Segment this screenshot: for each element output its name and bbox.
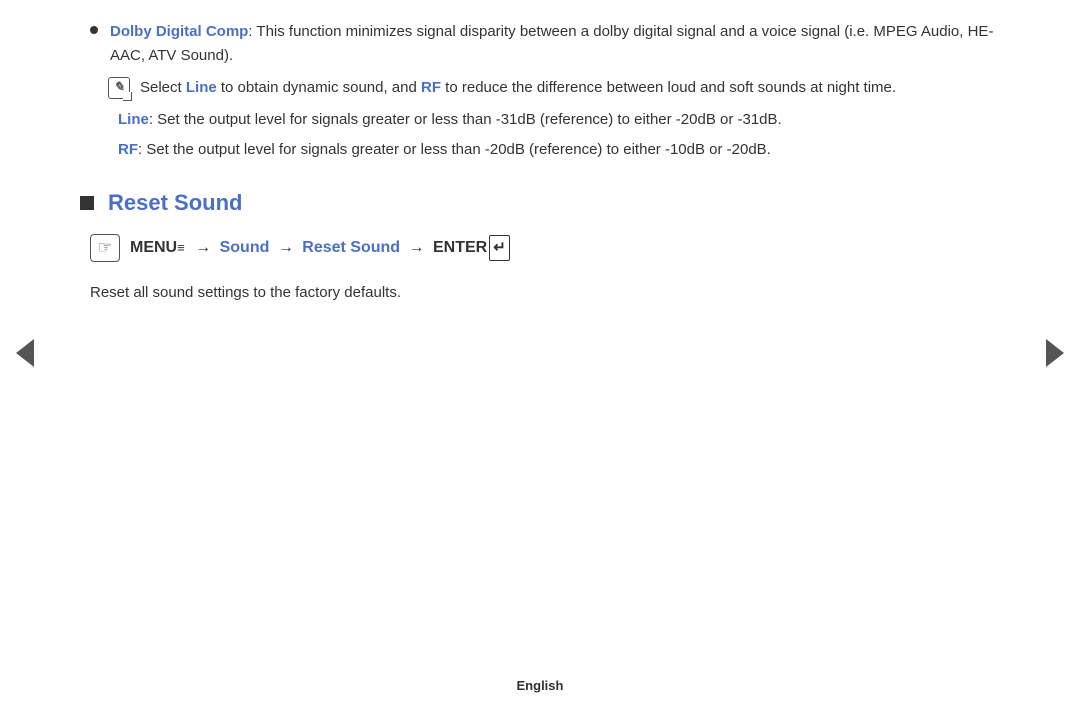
enter-arrow-symbol: ↵ bbox=[493, 237, 506, 260]
note-line-link: Line bbox=[186, 79, 217, 96]
content-area: Dolby Digital Comp: This function minimi… bbox=[0, 0, 1080, 666]
finger-icon: ☞ bbox=[97, 238, 112, 258]
rf-text: : Set the output level for signals great… bbox=[138, 141, 771, 158]
bullet-item-dolby: Dolby Digital Comp: This function minimi… bbox=[80, 20, 1000, 68]
bullet-text-dolby: Dolby Digital Comp: This function minimi… bbox=[110, 20, 1000, 68]
note-icon: ✎ bbox=[108, 77, 130, 99]
arrow2: → bbox=[278, 239, 294, 256]
sound-link: Sound bbox=[220, 239, 270, 256]
arrow3: → bbox=[409, 239, 425, 256]
menu-label: MENU bbox=[130, 239, 177, 256]
line-label: Line bbox=[118, 111, 149, 128]
rf-definition: RF: Set the output level for signals gre… bbox=[80, 138, 1000, 162]
menu-icon: ☞ bbox=[90, 234, 120, 262]
enter-box: ↵ bbox=[489, 235, 510, 262]
rf-label: RF bbox=[118, 141, 138, 158]
description-text: Reset all sound settings to the factory … bbox=[80, 280, 1000, 306]
note-block: ✎ Select Line to obtain dynamic sound, a… bbox=[80, 76, 1000, 100]
section-title: Reset Sound bbox=[108, 190, 242, 216]
section-heading: Reset Sound bbox=[80, 190, 1000, 216]
footer: English bbox=[0, 666, 1080, 705]
note-suffix: to reduce the difference between loud an… bbox=[441, 79, 896, 96]
bullet-dot bbox=[90, 26, 98, 34]
note-text: Select Line to obtain dynamic sound, and… bbox=[140, 76, 1000, 100]
page-container: Dolby Digital Comp: This function minimi… bbox=[0, 0, 1080, 705]
note-rf-link: RF bbox=[421, 79, 441, 96]
arrow1: → bbox=[195, 239, 211, 256]
line-text: : Set the output level for signals great… bbox=[149, 111, 782, 128]
note-select-prefix: Select bbox=[140, 79, 186, 96]
menu-bars-icon: ≡ bbox=[177, 240, 185, 255]
enter-label: ENTER bbox=[433, 239, 487, 256]
line-definition: Line: Set the output level for signals g… bbox=[80, 108, 1000, 132]
square-bullet-icon bbox=[80, 196, 94, 210]
reset-sound-link: Reset Sound bbox=[302, 239, 400, 256]
dolby-digital-comp-link: Dolby Digital Comp bbox=[110, 23, 248, 40]
menu-path-text: MENU≡ → Sound → Reset Sound → ENTER ↵ bbox=[130, 235, 510, 262]
menu-path-block: ☞ MENU≡ → Sound → Reset Sound → ENTER ↵ bbox=[80, 234, 1000, 262]
note-middle: to obtain dynamic sound, and bbox=[217, 79, 421, 96]
footer-language: English bbox=[517, 678, 564, 693]
